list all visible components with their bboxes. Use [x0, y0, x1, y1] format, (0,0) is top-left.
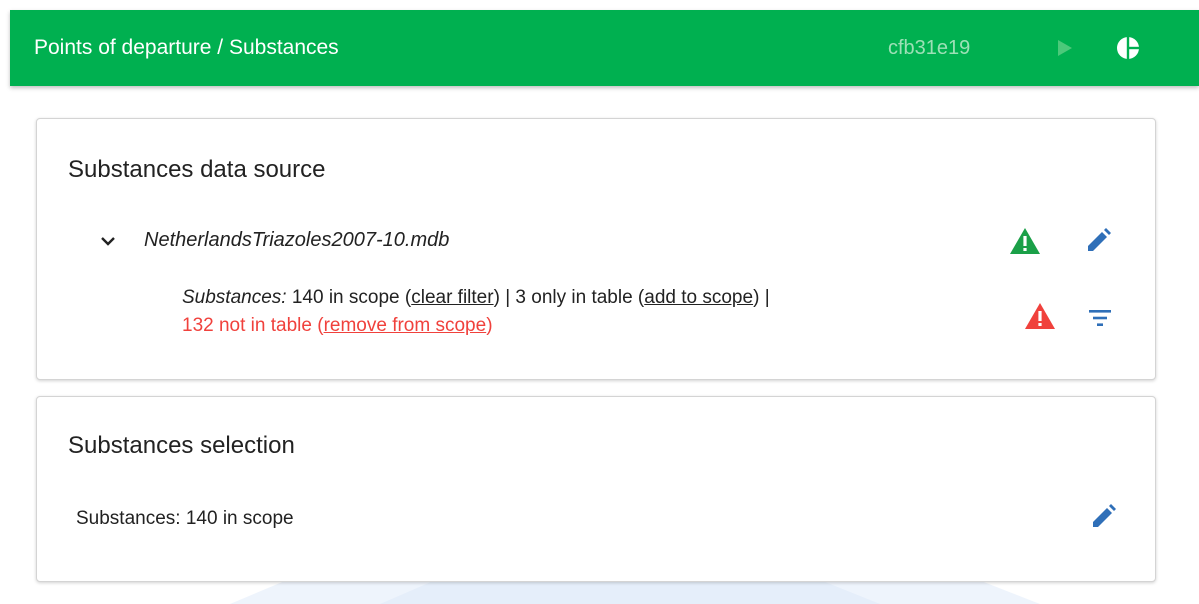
separator: |	[505, 287, 511, 308]
app-header: Points of departure / Substances cfb31e1…	[10, 10, 1199, 86]
data-source-card: Substances data source NetherlandsTriazo…	[36, 118, 1156, 380]
card-title: Substances selection	[68, 432, 295, 459]
separator: |	[764, 287, 770, 308]
pencil-icon[interactable]	[1082, 225, 1114, 257]
remove-from-scope-link[interactable]: remove from scope	[324, 315, 487, 336]
card-title: Substances data source	[68, 156, 326, 183]
warning-red-icon	[1025, 303, 1055, 329]
play-icon[interactable]	[1055, 38, 1075, 58]
add-to-scope-link[interactable]: add to scope	[644, 287, 753, 308]
not-in-table-group: 132 not in table (remove from scope)	[182, 315, 493, 336]
pencil-icon[interactable]	[1087, 501, 1119, 533]
page-title: Points of departure / Substances	[34, 36, 339, 59]
substances-label: Substances:	[182, 287, 287, 308]
selection-summary: Substances: 140 in scope	[76, 508, 294, 529]
chevron-down-icon[interactable]	[98, 231, 118, 251]
not-in-table-count: 132 not in table	[182, 315, 312, 336]
only-in-table-count: 3 only in table	[515, 287, 633, 308]
substances-selection-card: Substances selection Substances: 140 in …	[36, 396, 1156, 582]
in-scope-count: 140 in scope	[291, 287, 400, 308]
substances-summary: Substances: 140 in scope (clear filter) …	[182, 287, 770, 336]
pie-chart-icon[interactable]	[1116, 36, 1140, 60]
clear-filter-link[interactable]: clear filter	[411, 287, 493, 308]
data-source-filename: NetherlandsTriazoles2007-10.mdb	[144, 229, 450, 251]
warning-green-icon	[1010, 228, 1040, 254]
version-hash: cfb31e19	[888, 36, 971, 59]
filter-icon[interactable]	[1086, 304, 1114, 332]
